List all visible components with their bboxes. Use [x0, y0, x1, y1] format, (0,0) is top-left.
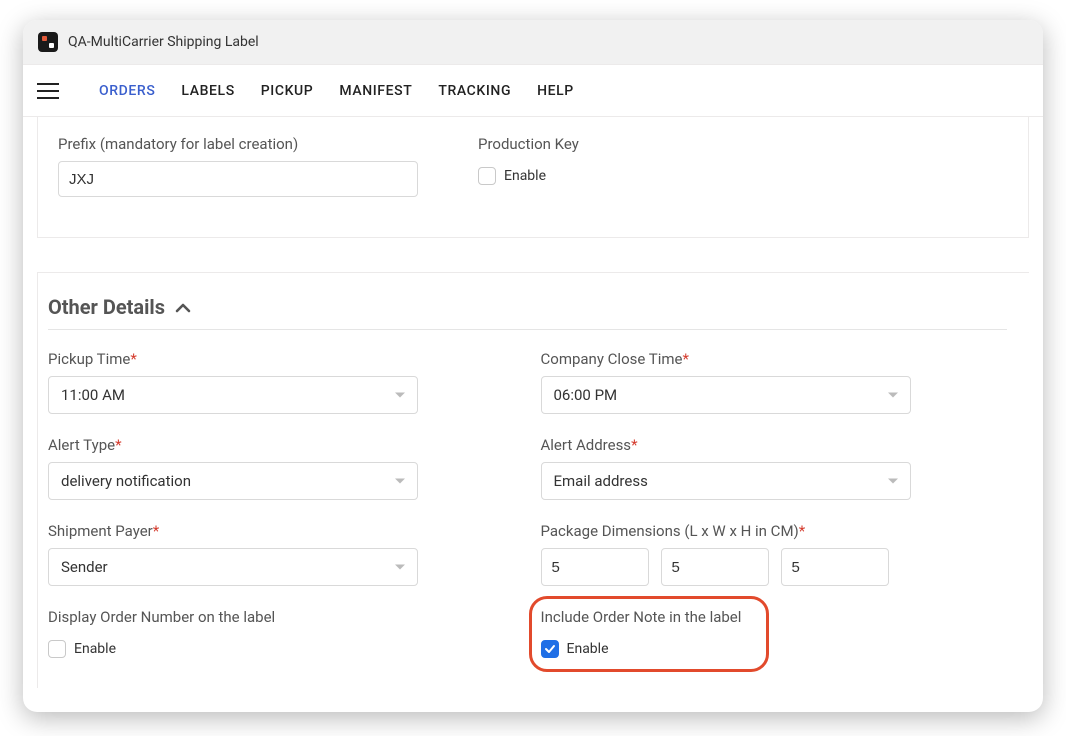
caret-down-icon — [888, 479, 898, 484]
nav-tracking[interactable]: TRACKING — [438, 83, 511, 99]
caret-down-icon — [888, 393, 898, 398]
close-time-field: Company Close Time* 06:00 PM — [541, 350, 1008, 414]
alert-type-label: Alert Type* — [48, 436, 515, 454]
include-order-note-field: Include Order Note in the label Enable — [541, 608, 1008, 662]
production-key-label: Production Key — [478, 135, 579, 153]
panel-other-details: Other Details Pickup Time* 11:00 AM Comp… — [37, 272, 1029, 688]
include-order-note-checkbox[interactable]: Enable — [541, 640, 609, 658]
titlebar: QA-MultiCarrier Shipping Label — [23, 20, 1043, 65]
section-header[interactable]: Other Details — [48, 291, 1007, 330]
nav-manifest[interactable]: MANIFEST — [339, 83, 412, 99]
shipment-payer-select[interactable]: Sender — [48, 548, 418, 586]
app-title: QA-MultiCarrier Shipping Label — [68, 34, 259, 50]
display-order-number-checkbox[interactable]: Enable — [48, 640, 116, 658]
shipment-payer-field: Shipment Payer* Sender — [48, 522, 515, 586]
alert-type-value: delivery notification — [61, 472, 191, 490]
pickup-time-label: Pickup Time* — [48, 350, 515, 368]
app-icon — [38, 32, 58, 52]
checkbox-box-icon — [478, 167, 496, 185]
chevron-up-icon — [175, 295, 191, 319]
hamburger-menu-icon[interactable] — [37, 83, 59, 99]
production-key-enable-checkbox[interactable]: Enable — [478, 167, 546, 185]
caret-down-icon — [395, 565, 405, 570]
pickup-time-select[interactable]: 11:00 AM — [48, 376, 418, 414]
top-nav: ORDERS LABELS PICKUP MANIFEST TRACKING H… — [23, 65, 1043, 117]
shipment-payer-label: Shipment Payer* — [48, 522, 515, 540]
nav-labels[interactable]: LABELS — [181, 83, 234, 99]
checkbox-box-icon — [48, 640, 66, 658]
close-time-select[interactable]: 06:00 PM — [541, 376, 911, 414]
package-dimensions-label: Package Dimensions (L x W x H in CM)* — [541, 522, 1008, 540]
prefix-field: Prefix (mandatory for label creation) — [58, 135, 418, 197]
display-order-number-field: Display Order Number on the label Enable — [48, 608, 515, 662]
include-order-note-label: Include Order Note in the label — [541, 608, 1008, 626]
alert-address-select[interactable]: Email address — [541, 462, 911, 500]
display-order-number-label: Display Order Number on the label — [48, 608, 515, 626]
checkbox-box-icon — [541, 640, 559, 658]
close-time-value: 06:00 PM — [554, 386, 618, 404]
production-key-enable-label: Enable — [504, 168, 546, 184]
nav-help[interactable]: HELP — [537, 83, 574, 99]
prefix-input[interactable] — [58, 161, 418, 197]
include-order-note-enable-label: Enable — [567, 641, 609, 657]
package-dimensions-field: Package Dimensions (L x W x H in CM)* — [541, 522, 1008, 586]
caret-down-icon — [395, 479, 405, 484]
shipment-payer-value: Sender — [61, 558, 108, 576]
pickup-time-field: Pickup Time* 11:00 AM — [48, 350, 515, 414]
display-order-number-enable-label: Enable — [74, 641, 116, 657]
production-key-field: Production Key Enable — [478, 135, 579, 197]
nav-pickup[interactable]: PICKUP — [261, 83, 314, 99]
content: Prefix (mandatory for label creation) Pr… — [23, 117, 1043, 712]
panel-prefix: Prefix (mandatory for label creation) Pr… — [37, 117, 1029, 238]
app-window: QA-MultiCarrier Shipping Label ORDERS LA… — [23, 20, 1043, 712]
alert-address-field: Alert Address* Email address — [541, 436, 1008, 500]
close-time-label: Company Close Time* — [541, 350, 1008, 368]
dim-width-input[interactable] — [661, 548, 769, 586]
pickup-time-value: 11:00 AM — [61, 386, 125, 404]
dim-length-input[interactable] — [541, 548, 649, 586]
alert-type-select[interactable]: delivery notification — [48, 462, 418, 500]
caret-down-icon — [395, 393, 405, 398]
section-title: Other Details — [48, 295, 165, 319]
alert-address-label: Alert Address* — [541, 436, 1008, 454]
alert-type-field: Alert Type* delivery notification — [48, 436, 515, 500]
nav-items: ORDERS LABELS PICKUP MANIFEST TRACKING H… — [99, 83, 574, 99]
prefix-label: Prefix (mandatory for label creation) — [58, 135, 418, 153]
alert-address-value: Email address — [554, 472, 648, 490]
dim-height-input[interactable] — [781, 548, 889, 586]
nav-orders[interactable]: ORDERS — [99, 83, 155, 99]
